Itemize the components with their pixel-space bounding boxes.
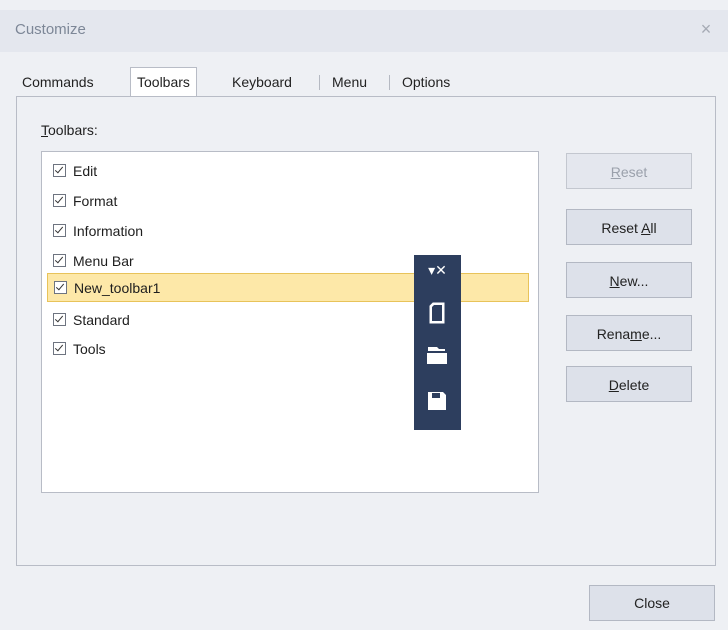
reset-all-button[interactable]: Reset All [566, 209, 692, 245]
list-item-label: New_toolbar1 [74, 279, 161, 296]
list-item-label: Edit [73, 162, 98, 179]
tab-options[interactable]: Options [396, 68, 456, 96]
checkbox[interactable] [53, 224, 66, 237]
list-item-label: Menu Bar [73, 252, 134, 269]
window-title: Customize [15, 21, 86, 38]
title-bar: Customize × [0, 10, 728, 52]
checkbox[interactable] [53, 194, 66, 207]
open-folder-icon[interactable] [422, 340, 452, 370]
save-icon[interactable] [422, 386, 452, 416]
list-item-label: Information [73, 222, 144, 239]
list-item-label: Standard [73, 311, 130, 328]
close-button[interactable]: Close [589, 585, 715, 621]
checkbox[interactable] [53, 164, 66, 177]
checkbox[interactable] [53, 313, 66, 326]
rename-button[interactable]: Rename... [566, 315, 692, 351]
list-item-label: Format [73, 192, 118, 209]
customize-dialog: Customize × Commands Toolbars Keyboard M… [0, 0, 728, 630]
tab-separator [319, 75, 320, 90]
tab-commands[interactable]: Commands [16, 68, 100, 96]
list-item[interactable]: Format [47, 187, 529, 214]
toolbars-list-label: Toolbars: [41, 122, 98, 138]
checkbox[interactable] [53, 254, 66, 267]
checkbox[interactable] [54, 281, 67, 294]
tab-toolbars[interactable]: Toolbars [130, 67, 197, 98]
floating-toolbar[interactable]: ▾✕ [414, 255, 461, 430]
tab-menu[interactable]: Menu [326, 68, 373, 96]
new-button[interactable]: New... [566, 262, 692, 298]
reset-button[interactable]: Reset [566, 153, 692, 189]
delete-button[interactable]: Delete [566, 366, 692, 402]
list-item[interactable]: Edit [47, 157, 529, 184]
toolbars-list[interactable]: Edit Format Information Menu Bar New_too… [41, 151, 539, 493]
close-icon[interactable]: × [696, 19, 716, 39]
tab-keyboard[interactable]: Keyboard [226, 68, 298, 96]
tab-separator [389, 75, 390, 90]
checkbox[interactable] [53, 342, 66, 355]
new-document-icon[interactable] [422, 298, 452, 328]
toolbar-options-close-icon[interactable]: ▾✕ [414, 255, 461, 285]
list-item[interactable]: Information [47, 217, 529, 244]
list-item-label: Tools [73, 340, 106, 357]
